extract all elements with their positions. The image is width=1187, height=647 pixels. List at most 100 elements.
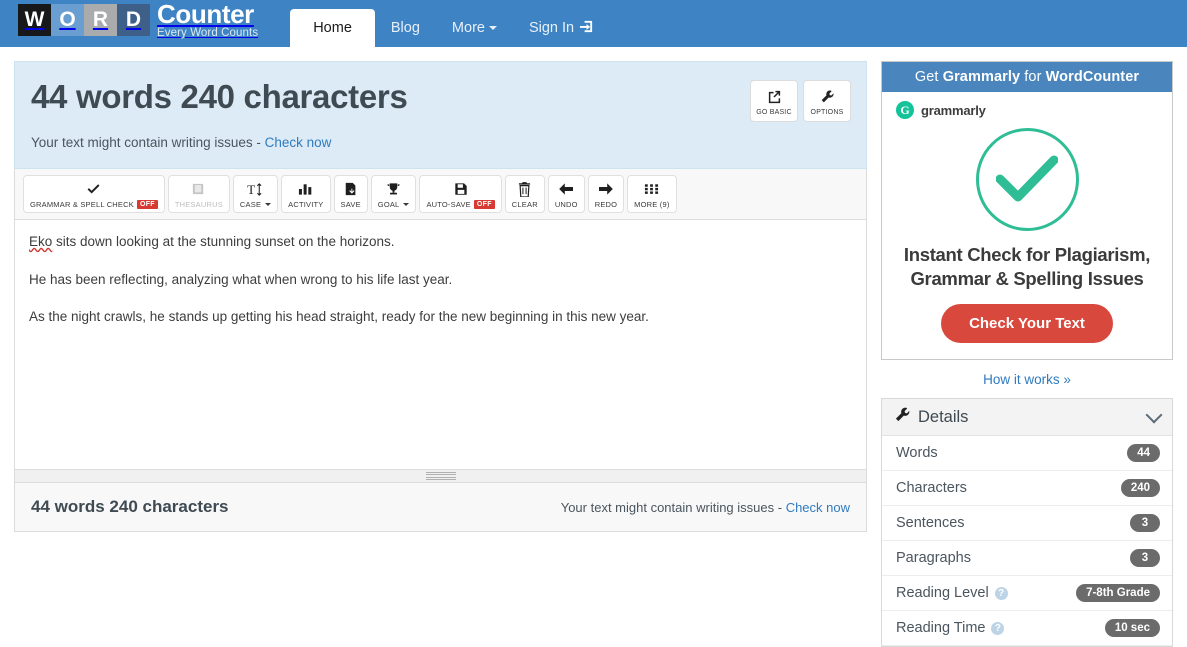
- text-case-icon: T: [247, 181, 264, 198]
- chevron-down-icon: [265, 202, 272, 206]
- logo-wordmark: Counter Every Word Counts: [157, 1, 258, 40]
- logo-tagline: Every Word Counts: [157, 26, 259, 39]
- check-now-link[interactable]: Check now: [265, 135, 332, 150]
- go-basic-button[interactable]: GO BASIC: [750, 80, 798, 122]
- footer-check-now-link[interactable]: Check now: [786, 500, 850, 515]
- details-label-reading-time-wrap: Reading Time ?: [896, 620, 1005, 637]
- editor-toolbar: GRAMMAR & SPELL CHECK OFF THESAURUS T CA…: [14, 169, 867, 220]
- details-panel-header[interactable]: Details: [882, 399, 1172, 437]
- site-logo[interactable]: W O R D Counter Every Word Counts: [18, 1, 258, 40]
- ad-body: G grammarly Instant Check for Plagiarism…: [882, 92, 1172, 359]
- floppy-disk-icon: [454, 181, 468, 198]
- save-download-icon: [344, 181, 358, 198]
- writing-issues-text: Your text might contain writing issues -: [31, 134, 261, 150]
- wrench-icon: [894, 406, 911, 428]
- editor-paragraph-1-text: sits down looking at the stunning sunset…: [52, 234, 395, 249]
- toolbar-activity[interactable]: ACTIVITY: [281, 175, 331, 213]
- top-navbar: W O R D Counter Every Word Counts Home B…: [0, 0, 1187, 47]
- help-icon[interactable]: ?: [994, 586, 1008, 600]
- details-value-reading-level: 7-8th Grade: [1076, 584, 1160, 603]
- toolbar-goal[interactable]: GOAL: [370, 175, 417, 213]
- toolbar-auto-save[interactable]: AUTO-SAVE OFF: [419, 175, 502, 213]
- go-basic-label: GO BASIC: [756, 108, 792, 116]
- details-value-sentences: 3: [1130, 514, 1160, 533]
- toolbar-more[interactable]: MORE (9): [627, 175, 677, 213]
- toolbar-auto-save-label: AUTO-SAVE: [426, 199, 471, 209]
- grammar-off-badge: OFF: [136, 199, 158, 209]
- arrow-left-icon: [558, 181, 574, 198]
- logo-counter-text: Counter: [157, 0, 254, 29]
- chevron-down-icon: [403, 202, 410, 206]
- editor-paragraph-2: He has been reflecting, analyzing what w…: [29, 271, 453, 287]
- nav-links: Home Blog More Sign In: [290, 0, 610, 47]
- details-row-sentences: Sentences 3: [882, 506, 1172, 542]
- svg-text:T: T: [247, 182, 255, 197]
- grammarly-ad[interactable]: Get Grammarly for WordCounter G grammarl…: [881, 61, 1173, 361]
- details-title: Details: [918, 407, 969, 426]
- details-label-words: Words: [896, 445, 938, 462]
- toolbar-undo[interactable]: UNDO: [547, 175, 585, 213]
- toolbar-case-label: CASE: [239, 199, 262, 209]
- check-circle-icon: [975, 128, 1079, 231]
- external-link-icon: [767, 87, 782, 107]
- header-buttons: GO BASIC OPTIONS: [750, 80, 851, 122]
- chevron-down-icon: [488, 26, 497, 30]
- bar-chart-icon: [298, 181, 313, 198]
- toolbar-grammar-label-wrap: GRAMMAR & SPELL CHECK OFF: [30, 199, 158, 209]
- details-value-paragraphs: 3: [1130, 549, 1160, 568]
- details-row-reading-level: Reading Level ? 7-8th Grade: [882, 576, 1172, 612]
- details-label-reading-level: Reading Level: [896, 585, 989, 602]
- nav-item-signin-label: Sign In: [528, 20, 575, 36]
- logo-block-o: O: [51, 3, 84, 36]
- logo-block-d: D: [117, 3, 150, 36]
- counter-header: 44 words 240 characters Your text might …: [14, 61, 867, 169]
- misspelled-word: Eko: [29, 234, 53, 249]
- details-value-reading-time: 10 sec: [1104, 619, 1160, 638]
- toolbar-thesaurus[interactable]: THESAURUS: [167, 175, 230, 213]
- ad-tagline-line1: Instant Check for Plagiarism,: [903, 244, 1151, 265]
- editor-resize-handle[interactable]: [14, 470, 867, 483]
- details-row-reading-time: Reading Time ? 10 sec: [882, 611, 1172, 647]
- page-title: 44 words 240 characters: [31, 78, 408, 115]
- check-icon: [86, 181, 101, 198]
- toolbar-clear[interactable]: CLEAR: [504, 175, 545, 213]
- toolbar-activity-label: ACTIVITY: [288, 199, 324, 209]
- toolbar-redo[interactable]: REDO: [587, 175, 625, 213]
- toolbar-redo-label: REDO: [594, 199, 618, 209]
- wrench-icon: [820, 87, 835, 107]
- toolbar-save[interactable]: SAVE: [333, 175, 368, 213]
- trash-icon: [518, 181, 531, 198]
- how-it-works-link[interactable]: How it works »: [881, 360, 1173, 398]
- check-your-text-button[interactable]: Check Your Text: [941, 304, 1113, 344]
- ad-header: Get Grammarly for WordCounter: [882, 62, 1172, 92]
- grammarly-g-icon: G: [896, 101, 914, 119]
- nav-item-home[interactable]: Home: [290, 9, 375, 47]
- ad-header-site: WordCounter: [1045, 69, 1140, 85]
- sign-in-icon: [579, 11, 594, 49]
- options-button[interactable]: OPTIONS: [803, 80, 851, 122]
- details-row-characters: Characters 240: [882, 471, 1172, 507]
- details-label-reading-time: Reading Time: [896, 620, 986, 637]
- ad-header-brand: Grammarly: [942, 69, 1021, 85]
- toolbar-clear-label: CLEAR: [511, 199, 538, 209]
- details-value-characters: 240: [1120, 479, 1160, 498]
- help-icon[interactable]: ?: [991, 621, 1005, 635]
- nav-item-more[interactable]: More: [436, 9, 513, 47]
- logo-block-w: W: [18, 3, 51, 36]
- grid-icon: [644, 181, 659, 198]
- auto-save-off-badge: OFF: [473, 199, 495, 209]
- page-body: 44 words 240 characters Your text might …: [0, 47, 1187, 647]
- book-icon: [191, 181, 206, 198]
- nav-item-blog[interactable]: Blog: [375, 9, 436, 47]
- logo-letter-blocks: W O R D: [18, 3, 150, 36]
- nav-item-signin[interactable]: Sign In: [513, 9, 610, 47]
- editor-paragraph-1: Eko sits down looking at the stunning su…: [29, 232, 852, 252]
- footer-writing-issues-text: Your text might contain writing issues -: [560, 499, 783, 515]
- ad-tagline: Instant Check for Plagiarism, Grammar & …: [896, 243, 1158, 290]
- toolbar-grammar-spell-check[interactable]: GRAMMAR & SPELL CHECK OFF: [23, 175, 165, 213]
- text-editor-area[interactable]: Eko sits down looking at the stunning su…: [14, 220, 867, 470]
- toolbar-case[interactable]: T CASE: [232, 175, 279, 213]
- toolbar-goal-label-wrap: GOAL: [378, 200, 410, 209]
- main-column: 44 words 240 characters Your text might …: [14, 47, 867, 647]
- grammarly-logo: G grammarly: [896, 101, 1158, 119]
